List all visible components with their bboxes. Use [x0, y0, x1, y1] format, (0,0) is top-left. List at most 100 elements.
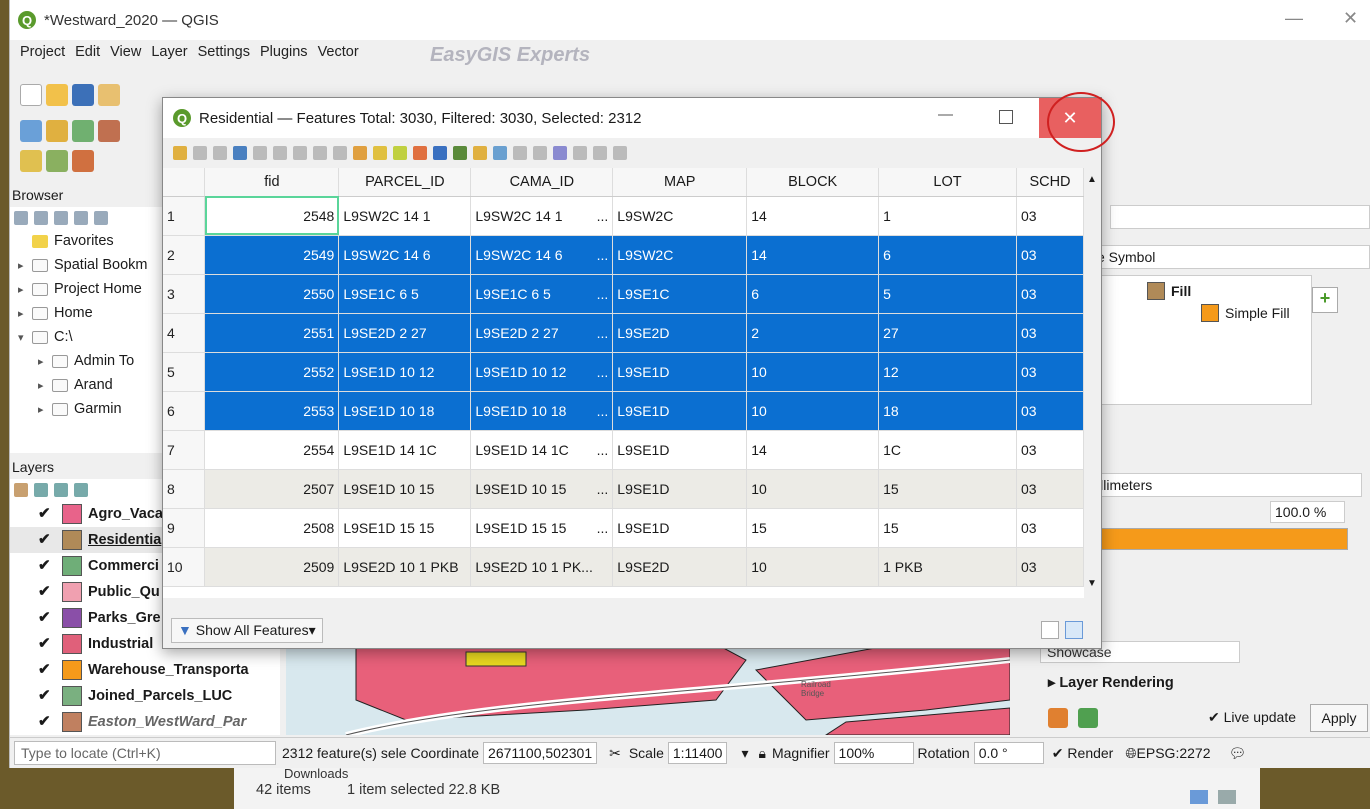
table-cell-map[interactable]: L9SE1D	[612, 352, 748, 392]
table-row[interactable]: 9 2508 L9SE1D 15 15 L9SE1D 15 15... L9SE1D 15…	[163, 508, 1084, 548]
menu-item-edit[interactable]: Edit	[75, 44, 100, 60]
add-raster-icon[interactable]	[72, 120, 94, 142]
menu-item-layer[interactable]: Layer	[151, 44, 187, 60]
table-row[interactable]: 1 2548 L9SW2C 14 1 L9SW2C 14 1... L9SW2C 14 1 0…	[163, 196, 1084, 236]
add-vector-icon[interactable]	[46, 120, 68, 142]
table-cell-fid[interactable]: 2548	[204, 196, 340, 236]
expand-arrow-icon[interactable]: ▾	[18, 331, 32, 344]
style-manager-icon[interactable]	[14, 483, 28, 497]
table-cell-schd[interactable]: 03	[1016, 235, 1084, 275]
select-by-expression-icon[interactable]	[353, 146, 367, 160]
table-cell-cama[interactable]: L9SE1C 6 5...	[470, 274, 614, 314]
layer-rendering-section[interactable]: ▸ Layer Rendering	[1048, 675, 1174, 691]
paste-icon[interactable]	[333, 146, 347, 160]
table-cell-parcel[interactable]: L9SE2D 10 1 PKB	[338, 547, 472, 587]
actions-icon[interactable]	[613, 146, 627, 160]
layer-item[interactable]: ✔ Easton_WestWard_Par	[10, 709, 280, 735]
table-cell-block[interactable]: 10	[746, 547, 880, 587]
layer-visibility-checkbox[interactable]: ✔	[38, 584, 54, 600]
add-layer-icon[interactable]	[98, 120, 120, 142]
deselect-all-icon[interactable]	[413, 146, 427, 160]
row-number[interactable]: 9	[163, 508, 206, 548]
table-cell-map[interactable]: L9SW2C	[612, 235, 748, 275]
column-header-schd[interactable]: SCHD	[1016, 168, 1084, 197]
menu-item-plugins[interactable]: Plugins	[260, 44, 308, 60]
table-cell-schd[interactable]: 03	[1016, 547, 1084, 587]
field-calculator-icon[interactable]	[553, 146, 567, 160]
table-view-icon[interactable]	[1065, 621, 1083, 639]
magnifier-input[interactable]: 100%	[833, 742, 914, 764]
select-all-icon[interactable]	[373, 146, 387, 160]
table-cell-fid[interactable]: 2554	[204, 430, 340, 470]
layer-item[interactable]: ✔ Joined_Parcels_LUC	[10, 683, 280, 709]
tiles-view-icon[interactable]	[1218, 790, 1236, 804]
table-cell-cama[interactable]: L9SE2D 2 27...	[470, 313, 614, 353]
layer-visibility-checkbox[interactable]: ✔	[38, 714, 54, 730]
menu-item-project[interactable]: Project	[20, 44, 65, 60]
collapse-icon[interactable]	[74, 211, 88, 225]
deselect-icon[interactable]	[72, 150, 94, 172]
expand-arrow-icon[interactable]: ▸	[38, 355, 52, 368]
locator-input[interactable]: Type to locate (Ctrl+K)	[14, 741, 276, 765]
table-cell-map[interactable]: L9SE2D	[612, 313, 748, 353]
table-cell-map[interactable]: L9SW2C	[612, 196, 748, 236]
table-cell-lot[interactable]: 27	[878, 313, 1017, 353]
row-number[interactable]: 4	[163, 313, 206, 353]
expand-arrow-icon[interactable]: ▸	[18, 307, 32, 320]
layer-visibility-checkbox[interactable]: ✔	[38, 506, 54, 522]
table-cell-cama[interactable]: L9SE2D 10 1 PK...	[470, 547, 614, 587]
crs-button[interactable]: EPSG:2272	[1137, 745, 1211, 761]
scale-dropdown-icon[interactable]: ▾	[741, 745, 748, 762]
table-cell-cama[interactable]: L9SE1D 14 1C...	[470, 430, 614, 470]
row-number[interactable]: 5	[163, 352, 206, 392]
table-cell-block[interactable]: 10	[746, 391, 880, 431]
new-print-layout-icon[interactable]	[98, 84, 120, 106]
apply-button[interactable]: Apply	[1310, 704, 1368, 732]
filter-legend-icon[interactable]	[74, 483, 88, 497]
table-row[interactable]: 8 2507 L9SE1D 10 15 L9SE1D 10 15... L9SE1D 10…	[163, 469, 1084, 509]
column-header-lot[interactable]: LOT	[878, 168, 1017, 197]
minimize-button[interactable]: —	[1285, 8, 1303, 29]
table-cell-map[interactable]: L9SE1D	[612, 430, 748, 470]
open-project-icon[interactable]	[46, 84, 68, 106]
table-cell-schd[interactable]: 03	[1016, 430, 1084, 470]
refresh-icon[interactable]	[34, 211, 48, 225]
scroll-up-icon[interactable]: ▲	[1087, 174, 1097, 185]
table-cell-schd[interactable]: 03	[1016, 313, 1084, 353]
table-cell-schd[interactable]: 03	[1016, 352, 1084, 392]
table-cell-lot[interactable]: 15	[878, 469, 1017, 509]
table-cell-fid[interactable]: 2508	[204, 508, 340, 548]
layer-selector[interactable]	[1110, 205, 1370, 229]
select-features-icon[interactable]	[20, 150, 42, 172]
new-project-icon[interactable]	[20, 84, 42, 106]
table-cell-lot[interactable]: 12	[878, 352, 1017, 392]
live-update-checkbox[interactable]: ✔ Live update	[1208, 709, 1296, 726]
save-edits-icon[interactable]	[213, 146, 227, 160]
add-group-icon[interactable]	[34, 483, 48, 497]
layer-visibility-checkbox[interactable]: ✔	[38, 688, 54, 704]
globe-icon[interactable]: 🌐︎	[1125, 745, 1136, 762]
row-number[interactable]: 7	[163, 430, 206, 470]
table-cell-map[interactable]: L9SE1D	[612, 508, 748, 548]
info-icon[interactable]	[94, 211, 108, 225]
table-row[interactable]: 5 2552 L9SE1D 10 12 L9SE1D 10 12... L9SE1D 10…	[163, 352, 1084, 392]
menu-item-settings[interactable]: Settings	[198, 44, 250, 60]
layer-visibility-checkbox[interactable]: ✔	[38, 662, 54, 678]
table-cell-block[interactable]: 14	[746, 196, 880, 236]
expand-arrow-icon[interactable]: ▸	[38, 379, 52, 392]
table-cell-cama[interactable]: L9SW2C 14 1...	[470, 196, 614, 236]
show-all-features-button[interactable]: ▼ Show All Features▾	[171, 617, 323, 643]
attr-close-button[interactable]: ✕	[1039, 98, 1101, 138]
multi-edit-icon[interactable]	[193, 146, 207, 160]
select-by-value-icon[interactable]	[46, 150, 68, 172]
table-cell-schd[interactable]: 03	[1016, 469, 1084, 509]
invert-selection-icon[interactable]	[393, 146, 407, 160]
layer-visibility-checkbox[interactable]: ✔	[38, 610, 54, 626]
table-cell-block[interactable]: 14	[746, 235, 880, 275]
coordinate-input[interactable]: 2671100,502301	[483, 742, 598, 764]
add-symbol-layer-button[interactable]: +	[1312, 287, 1338, 313]
expand-arrow-icon[interactable]: ▸	[38, 403, 52, 416]
table-row[interactable]: 7 2554 L9SE1D 14 1C L9SE1D 14 1C... L9SE1D 14…	[163, 430, 1084, 470]
move-selection-top-icon[interactable]	[453, 146, 467, 160]
layer-item[interactable]: ✔ Warehouse_Transporta	[10, 657, 280, 683]
